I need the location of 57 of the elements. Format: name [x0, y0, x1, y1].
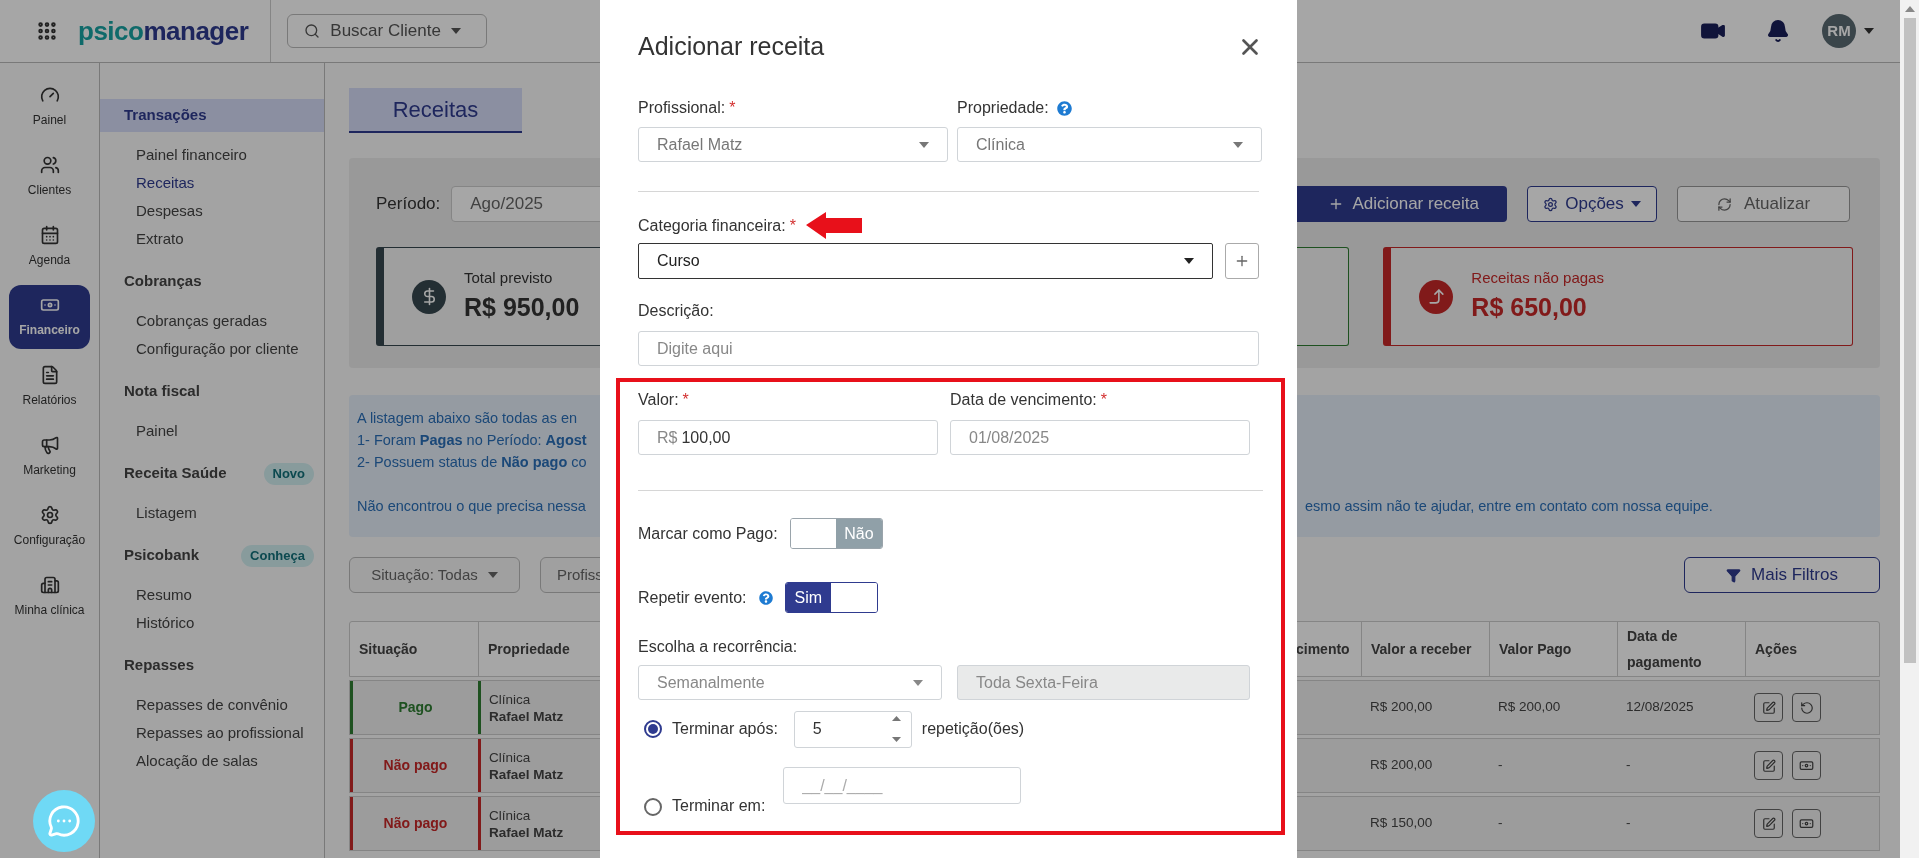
status-cell: Não pago	[350, 739, 478, 792]
radio-label: Terminar em:	[672, 796, 766, 816]
table-cell-text: R$ 150,00	[1370, 814, 1433, 833]
column-header: Valor Pago	[1499, 640, 1572, 659]
table-cell-text: R$ 200,00	[1370, 698, 1433, 717]
table-cell-text: R$ 200,00	[1370, 756, 1433, 775]
modal-title: Adicionar receita	[638, 31, 825, 63]
required-mark: *	[682, 390, 689, 410]
field-label: Data de vencimento:	[950, 390, 1097, 410]
table-cell-text: Rafael Matz	[489, 765, 565, 783]
table-cell-text: -	[1626, 756, 1631, 775]
column-header: Ações	[1755, 640, 1798, 659]
column-header: Propriedade	[488, 640, 570, 659]
table-cell-text: -	[1626, 814, 1631, 833]
column-header: Valor a receber	[1371, 640, 1472, 659]
column-header: cimento	[1296, 640, 1350, 659]
info-text: 1- Foram Pagas no Período: Agost	[357, 431, 588, 450]
badge: Novo	[263, 462, 314, 485]
status-cell: Pago	[350, 681, 478, 734]
card-title: Receitas não pagas	[1471, 267, 1604, 288]
status-cell: Não pago	[350, 797, 478, 850]
required-mark: *	[1100, 390, 1107, 410]
table-cell-text: -	[1498, 814, 1503, 833]
field-label: Descrição:	[638, 301, 714, 321]
period-label: Período:	[376, 193, 441, 216]
field-label: Propriedade:	[957, 98, 1049, 118]
table-cell-text: Clínica	[489, 748, 532, 766]
info-text: A listagem abaixo são todas as en	[357, 409, 579, 428]
badge: Conheça	[241, 544, 314, 567]
column-header: Situação	[359, 640, 418, 659]
table-cell-text: Rafael Matz	[489, 707, 565, 725]
toggle-state: Sim	[785, 583, 831, 612]
logo: psicomanager	[78, 14, 249, 48]
table-cell-text: Clínica	[489, 806, 532, 824]
info-text: Não encontrou o que precisa nessa	[357, 497, 587, 516]
column-header: Data de pagamento	[1627, 627, 1703, 672]
card-value: R$ 650,00	[1471, 292, 1588, 323]
card-value: R$ 950,00	[464, 292, 580, 323]
toggle-state: Não	[836, 519, 882, 548]
field-label: Escolha a recorrência:	[638, 638, 798, 655]
field-label: Marcar como Pago:	[638, 523, 778, 544]
info-text: 2- Possuem status de Não pago co	[357, 453, 588, 472]
field-label: Repetir evento:	[638, 587, 747, 608]
radio-label: Terminar após:	[672, 719, 778, 739]
weekday-field: Toda Sexta-Feira	[957, 665, 1250, 700]
table-cell-text: -	[1498, 756, 1503, 775]
table-cell-text: R$ 200,00	[1498, 698, 1561, 717]
info-text: esmo assim não te ajudar, entre em contato com nossa equipe.	[1305, 497, 1714, 516]
table-cell-text: Rafael Matz	[489, 823, 565, 841]
field-label: Valor:	[638, 390, 679, 410]
repetitions-suffix: repetição(ões)	[921, 719, 1025, 739]
card-title: Total previsto	[464, 267, 554, 288]
table-cell-text: 12/08/2025	[1626, 698, 1694, 717]
required-mark: *	[729, 98, 736, 118]
table-cell-text: Clínica	[489, 690, 532, 708]
required-mark: *	[789, 215, 796, 236]
field-label: Profissional:	[638, 98, 726, 118]
